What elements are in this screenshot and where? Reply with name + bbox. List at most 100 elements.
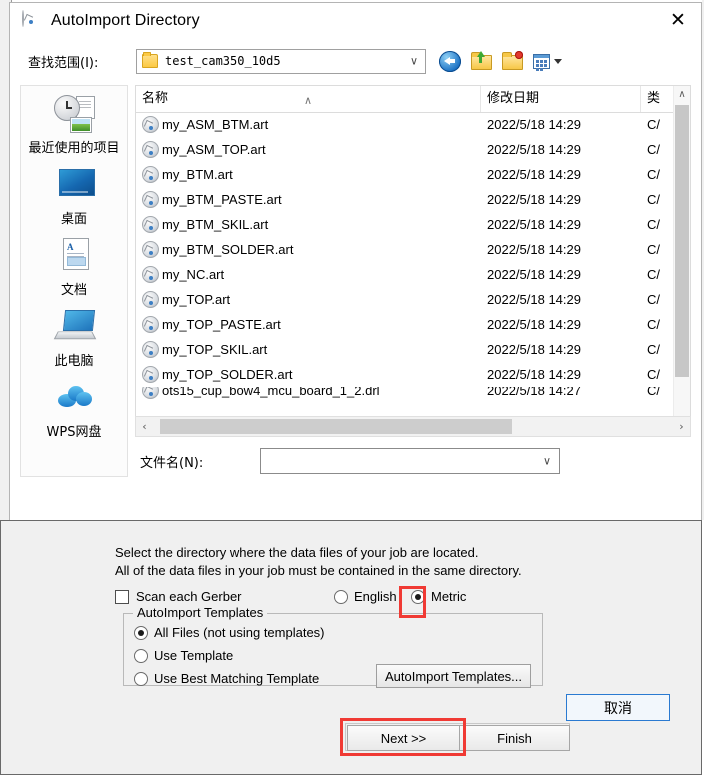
table-row[interactable]: my_BTM_PASTE.art 2022/5/18 14:29 C/: [136, 187, 690, 212]
file-date-cell: 2022/5/18 14:29: [487, 217, 581, 232]
table-row[interactable]: my_BTM.art 2022/5/18 14:29 C/: [136, 162, 690, 187]
file-type-cell: C/: [647, 117, 660, 132]
table-row[interactable]: my_TOP_SOLDER.art 2022/5/18 14:29 C/: [136, 362, 690, 387]
column-header-date[interactable]: 修改日期: [481, 86, 641, 112]
table-row[interactable]: my_BTM_SKIL.art 2022/5/18 14:29 C/: [136, 212, 690, 237]
screenshot-root: AutoImport Directory ✕ 查找范围(I): test_cam…: [0, 0, 704, 777]
file-name-cell: my_TOP_SKIL.art: [142, 337, 477, 362]
vertical-scrollbar[interactable]: ∧ ∨: [673, 86, 690, 436]
folder-icon: [142, 52, 158, 68]
table-row[interactable]: my_ASM_BTM.art 2022/5/18 14:29 C/: [136, 112, 690, 137]
cancel-button[interactable]: 取消: [566, 694, 670, 721]
file-date-cell: 2022/5/18 14:29: [487, 192, 581, 207]
file-name-cell: my_BTM.art: [142, 162, 477, 187]
file-type-cell: C/: [647, 292, 660, 307]
file-name-label: 文件名(N):: [140, 455, 204, 471]
sidebar-item-recent[interactable]: 最近使用的项目: [21, 94, 127, 156]
column-header-name[interactable]: 名称 ∧: [136, 86, 481, 112]
close-icon[interactable]: ✕: [655, 3, 701, 37]
path-combobox[interactable]: test_cam350_10d5 ∨: [136, 48, 426, 74]
art-file-icon: [142, 366, 159, 383]
template-option-use-template-label: Use Template: [154, 648, 234, 663]
new-folder-icon[interactable]: [501, 50, 523, 72]
dialog-title: AutoImport Directory: [51, 12, 200, 29]
horizontal-scrollbar-thumb[interactable]: [160, 419, 512, 434]
table-row[interactable]: my_TOP.art 2022/5/18 14:29 C/: [136, 287, 690, 312]
sidebar-item-documents[interactable]: A 文档: [21, 236, 127, 298]
table-row[interactable]: my_TOP_PASTE.art 2022/5/18 14:29 C/: [136, 312, 690, 337]
file-name-cell: my_BTM_SOLDER.art: [142, 237, 477, 262]
scan-each-gerber-checkbox[interactable]: Scan each Gerber: [115, 589, 242, 604]
units-english-label: English: [354, 589, 397, 604]
chevron-down-icon[interactable]: ∨: [543, 455, 551, 468]
sidebar-item-desktop[interactable]: 桌面: [21, 165, 127, 227]
next-button[interactable]: Next >>: [347, 725, 460, 751]
radio-selected-icon: [134, 625, 148, 640]
file-date-cell: 2022/5/18 14:27: [487, 387, 581, 398]
file-name-cell: my_TOP_PASTE.art: [142, 312, 477, 337]
sort-ascending-icon: ∧: [304, 94, 313, 107]
chevron-down-icon[interactable]: ∨: [410, 55, 418, 68]
description-line-2: All of the data files in your job must b…: [115, 563, 522, 578]
finish-button[interactable]: Finish: [460, 725, 570, 751]
scan-each-gerber-label: Scan each Gerber: [136, 589, 242, 604]
autoimport-templates-button[interactable]: AutoImport Templates...: [376, 664, 531, 688]
table-row[interactable]: my_BTM_SOLDER.art 2022/5/18 14:29 C/: [136, 237, 690, 262]
look-in-label: 查找范围(I):: [28, 55, 99, 71]
table-row[interactable]: my_ASM_TOP.art 2022/5/18 14:29 C/: [136, 137, 690, 162]
radio-icon: [134, 648, 148, 663]
sidebar-item-this-pc[interactable]: 此电脑: [21, 307, 127, 369]
template-option-all-files[interactable]: All Files (not using templates): [134, 625, 325, 640]
autoimport-directory-dialog: AutoImport Directory ✕ 查找范围(I): test_cam…: [9, 2, 702, 523]
template-option-best-matching[interactable]: Use Best Matching Template: [134, 671, 319, 686]
file-list-rows: my_ASM_BTM.art 2022/5/18 14:29 C/ my_ASM…: [136, 112, 690, 436]
sidebar-item-this-pc-label: 此电脑: [54, 354, 94, 369]
views-icon[interactable]: [532, 51, 562, 72]
file-name-input[interactable]: ∨: [260, 448, 560, 474]
table-row[interactable]: ots15_cup_bow4_mcu_board_1_2.drl 2022/5/…: [136, 387, 690, 401]
file-type-cell: C/: [647, 342, 660, 357]
description-line-1: Select the directory where the data file…: [115, 545, 479, 560]
vertical-scrollbar-thumb[interactable]: [675, 105, 689, 377]
group-title: AutoImport Templates: [133, 605, 268, 620]
file-date-cell: 2022/5/18 14:29: [487, 142, 581, 157]
up-one-level-icon[interactable]: [470, 50, 492, 72]
current-path-text: test_cam350_10d5: [165, 54, 281, 68]
documents-icon: A: [52, 236, 96, 276]
file-date-cell: 2022/5/18 14:29: [487, 342, 581, 357]
scroll-left-icon[interactable]: ‹: [136, 417, 153, 436]
units-english-radio[interactable]: English: [334, 589, 397, 604]
table-row[interactable]: my_NC.art 2022/5/18 14:29 C/: [136, 262, 690, 287]
radio-selected-icon: [411, 589, 425, 604]
file-name-cell: my_TOP.art: [142, 287, 477, 312]
template-option-best-matching-label: Use Best Matching Template: [154, 671, 320, 686]
views-caret-icon[interactable]: [554, 58, 562, 64]
file-type-cell: C/: [647, 317, 660, 332]
art-file-icon: [142, 191, 159, 208]
art-file-icon: [142, 341, 159, 358]
sidebar-item-documents-label: 文档: [60, 283, 87, 298]
dialog-toolbar: [439, 50, 562, 72]
radio-icon: [334, 589, 348, 604]
dialog-titlebar: AutoImport Directory ✕: [10, 3, 701, 39]
file-list-header: 名称 ∧ 修改日期 类: [136, 86, 690, 113]
sidebar-item-wps-cloud[interactable]: WPS网盘: [21, 378, 127, 440]
template-option-use-template[interactable]: Use Template: [134, 648, 233, 663]
sidebar-item-desktop-label: 桌面: [60, 212, 87, 227]
art-file-icon: [142, 266, 159, 283]
file-date-cell: 2022/5/18 14:29: [487, 242, 581, 257]
this-pc-icon: [52, 307, 97, 347]
units-metric-radio[interactable]: Metric: [411, 589, 466, 604]
recent-items-icon: [52, 94, 96, 134]
sidebar-item-recent-label: 最近使用的项目: [28, 141, 120, 156]
places-sidebar: 最近使用的项目 桌面 A 文档 此电脑 WPS网盘: [20, 85, 128, 477]
scroll-up-icon[interactable]: ∧: [674, 86, 690, 103]
table-row[interactable]: my_TOP_SKIL.art 2022/5/18 14:29 C/: [136, 337, 690, 362]
checkbox-icon: [115, 589, 129, 604]
back-icon[interactable]: [439, 50, 461, 72]
file-name-row: 文件名(N): ∨: [10, 446, 701, 476]
horizontal-scrollbar[interactable]: ‹ ›: [135, 416, 691, 437]
scroll-right-icon[interactable]: ›: [673, 417, 690, 436]
wps-cloud-icon: [52, 378, 96, 418]
sidebar-item-wps-cloud-label: WPS网盘: [46, 425, 102, 440]
